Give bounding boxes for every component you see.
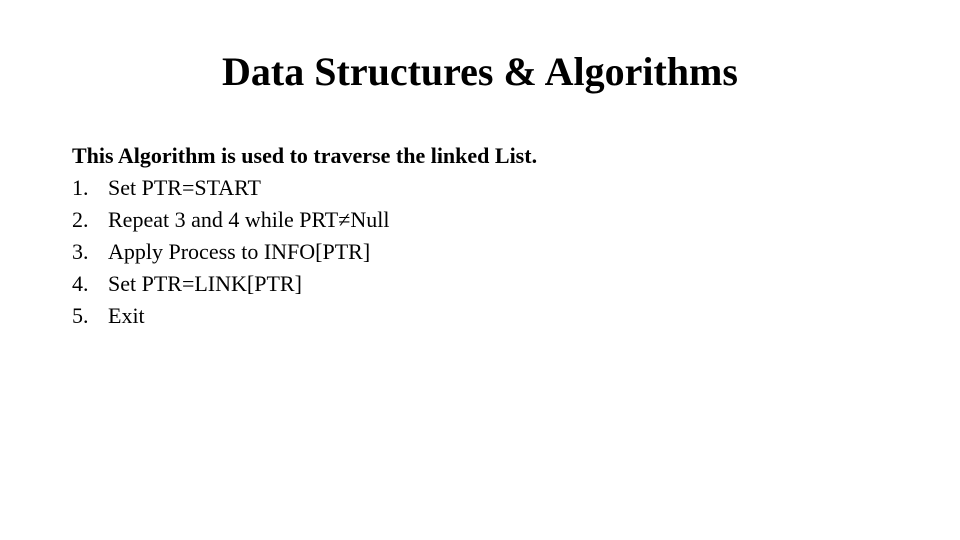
step-number: 3. (72, 239, 108, 265)
step-number: 4. (72, 271, 108, 297)
list-item: 4. Set PTR=LINK[PTR] (72, 271, 888, 297)
step-text: Apply Process to INFO[PTR] (108, 239, 888, 265)
step-text: Repeat 3 and 4 while PRT≠Null (108, 207, 888, 233)
step-text: Set PTR=START (108, 175, 888, 201)
step-number: 2. (72, 207, 108, 233)
algorithm-description: This Algorithm is used to traverse the l… (72, 143, 888, 169)
list-item: 5. Exit (72, 303, 888, 329)
list-item: 3. Apply Process to INFO[PTR] (72, 239, 888, 265)
step-number: 1. (72, 175, 108, 201)
step-text: Exit (108, 303, 888, 329)
list-item: 1. Set PTR=START (72, 175, 888, 201)
step-text: Set PTR=LINK[PTR] (108, 271, 888, 297)
step-number: 5. (72, 303, 108, 329)
slide-title: Data Structures & Algorithms (72, 48, 888, 95)
algorithm-steps: 1. Set PTR=START 2. Repeat 3 and 4 while… (72, 175, 888, 329)
list-item: 2. Repeat 3 and 4 while PRT≠Null (72, 207, 888, 233)
